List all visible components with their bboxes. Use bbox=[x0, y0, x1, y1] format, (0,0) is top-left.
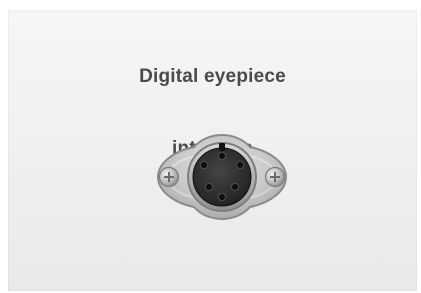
photo-frame: Digital eyepiece interface bbox=[0, 0, 421, 293]
connector-key-notch bbox=[219, 143, 225, 151]
label-line-1: Digital eyepiece bbox=[139, 66, 286, 87]
device-panel: Digital eyepiece interface bbox=[8, 10, 417, 291]
din-connector-icon bbox=[156, 134, 288, 220]
right-screw bbox=[264, 166, 286, 188]
left-screw bbox=[158, 166, 180, 188]
